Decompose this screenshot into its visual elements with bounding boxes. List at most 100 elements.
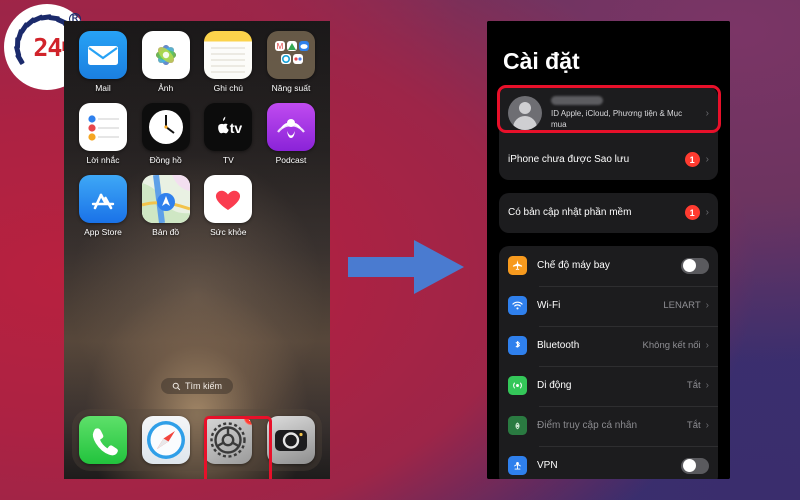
home-search-row: Tìm kiếm <box>64 378 330 394</box>
iphone-settings-screen: Cài đặt ID Apple, iCloud, Phương tiện & … <box>487 21 730 479</box>
account-text: ID Apple, iCloud, Phương tiện & Mục mua <box>551 96 706 131</box>
mail-icon <box>79 31 127 79</box>
settings-list: Cài đặt ID Apple, iCloud, Phương tiện & … <box>487 21 730 479</box>
cellular-value: Tắt <box>686 380 701 392</box>
search-icon <box>172 382 181 390</box>
backup-badge: 1 <box>684 152 700 168</box>
app-label: Ảnh <box>158 83 174 93</box>
app-label: Podcast <box>275 155 307 165</box>
vpn-icon <box>508 456 527 476</box>
software-update-row[interactable]: Có bản cập nhật phần mềm 1 › <box>499 193 718 233</box>
photos-icon <box>141 31 190 79</box>
app-label: Đồng hồ <box>149 155 182 165</box>
app-podcast[interactable]: Podcast <box>264 103 318 165</box>
chevron-right-icon: › <box>705 340 709 352</box>
hotspot-icon <box>508 416 527 436</box>
reminders-icon <box>79 103 127 151</box>
row-label: Bluetooth <box>537 340 580 352</box>
chevron-right-icon: › <box>705 380 709 392</box>
app-clock[interactable]: Đồng hồ <box>139 103 193 165</box>
notes-icon <box>204 31 253 79</box>
connectivity-card: Chế độ máy bay Wi-Fi LENART › Bluetooth <box>499 245 718 479</box>
maps-icon <box>141 175 190 223</box>
chevron-right-icon: › <box>705 107 709 119</box>
search-button[interactable]: Tìm kiếm <box>161 378 233 394</box>
app-label: Ghi chú <box>213 83 243 93</box>
hotspot-value: Tắt <box>686 420 701 432</box>
screenshot-stage: 24h R Mail <box>0 0 800 500</box>
app-label: App Store <box>84 227 122 237</box>
bluetooth-icon <box>508 336 527 356</box>
chevron-right-icon: › <box>705 154 709 166</box>
airplane-icon <box>508 256 527 276</box>
row-label: Chế độ máy bay <box>537 260 610 272</box>
appstore-icon <box>79 175 127 223</box>
chevron-right-icon: › <box>705 420 709 432</box>
app-maps[interactable]: Bản đồ <box>139 175 193 237</box>
row-hotspot[interactable]: Điểm truy cập cá nhân Tắt › <box>499 405 718 446</box>
app-label: Năng suất <box>271 83 311 93</box>
row-label: Điểm truy cập cá nhân <box>537 420 638 432</box>
vpn-toggle[interactable] <box>681 457 709 474</box>
app-notes[interactable]: Ghi chú <box>201 31 255 93</box>
safari-icon[interactable] <box>141 416 190 464</box>
wifi-icon <box>508 296 527 316</box>
search-label: Tìm kiếm <box>185 381 222 391</box>
update-card: Có bản cập nhật phần mềm 1 › <box>499 192 718 233</box>
svg-text:M: M <box>277 42 284 51</box>
row-bluetooth[interactable]: Bluetooth Không kết nối › <box>499 325 718 366</box>
app-tv[interactable]: tv TV <box>201 103 255 165</box>
app-row: App Store Bản đồ Sức khỏe <box>76 175 318 237</box>
row-cellular[interactable]: Di động Tắt › <box>499 365 718 406</box>
backup-label: iPhone chưa được Sao lưu <box>508 154 630 166</box>
apple-id-row[interactable]: ID Apple, iCloud, Phương tiện & Mục mua … <box>499 87 718 140</box>
row-label: Wi-Fi <box>537 300 561 312</box>
right-arrow-icon <box>348 240 464 294</box>
app-health[interactable]: Sức khỏe <box>201 175 255 237</box>
svg-text:tv: tv <box>230 120 243 136</box>
update-badge: 1 <box>684 205 700 221</box>
row-vpn[interactable]: VPN <box>499 445 718 479</box>
update-label: Có bản cập nhật phần mềm <box>508 207 632 219</box>
wifi-value: LENART <box>663 300 701 312</box>
folder-icon: M <box>266 31 315 79</box>
account-card: ID Apple, iCloud, Phương tiện & Mục mua … <box>499 87 718 180</box>
cellular-icon <box>508 376 527 396</box>
health-heart-icon <box>204 175 253 223</box>
app-label: Bản đồ <box>152 227 180 237</box>
account-name-blurred <box>551 96 603 105</box>
app-grid: Mail Ảnh Ghi chú M Năng suất Lời nhắc Đồ… <box>64 31 330 247</box>
app-folder-productivity[interactable]: M Năng suất <box>264 31 318 93</box>
app-appstore[interactable]: App Store <box>76 175 130 237</box>
chevron-right-icon: › <box>705 300 709 312</box>
chevron-right-icon: › <box>705 207 709 219</box>
app-mail[interactable]: Mail <box>76 31 130 93</box>
row-label: VPN <box>537 460 558 472</box>
podcast-icon <box>266 103 315 151</box>
settings-gear-icon[interactable]: 2 <box>204 416 253 464</box>
row-wifi[interactable]: Wi-Fi LENART › <box>499 285 718 326</box>
row-airplane-mode[interactable]: Chế độ máy bay <box>499 246 718 286</box>
app-row: Lời nhắc Đồng hồ tv TV Podcast <box>76 103 318 165</box>
app-reminders[interactable]: Lời nhắc <box>76 103 130 165</box>
app-label: TV <box>222 155 234 165</box>
camera-icon[interactable] <box>266 416 315 464</box>
bluetooth-value: Không kết nối <box>642 340 701 352</box>
backup-row[interactable]: iPhone chưa được Sao lưu 1 › <box>499 140 718 180</box>
iphone-home-screen: Mail Ảnh Ghi chú M Năng suất Lời nhắc Đồ… <box>64 21 330 479</box>
phone-icon[interactable] <box>79 416 128 464</box>
app-row: Mail Ảnh Ghi chú M Năng suất <box>76 31 318 93</box>
account-subtitle: ID Apple, iCloud, Phương tiện & Mục mua <box>551 109 683 129</box>
clock-icon <box>141 103 190 151</box>
avatar <box>508 96 542 131</box>
app-label: Mail <box>95 83 111 93</box>
tv-icon: tv <box>204 103 253 151</box>
app-label: Lời nhắc <box>86 155 120 165</box>
app-label: Sức khỏe <box>210 227 247 237</box>
dock: 2 <box>72 409 322 471</box>
row-label: Di động <box>537 380 572 392</box>
page-title: Cài đặt <box>503 48 580 74</box>
logo-number: 24 <box>33 32 62 62</box>
airplane-toggle[interactable] <box>681 257 709 274</box>
app-photos[interactable]: Ảnh <box>139 31 193 93</box>
